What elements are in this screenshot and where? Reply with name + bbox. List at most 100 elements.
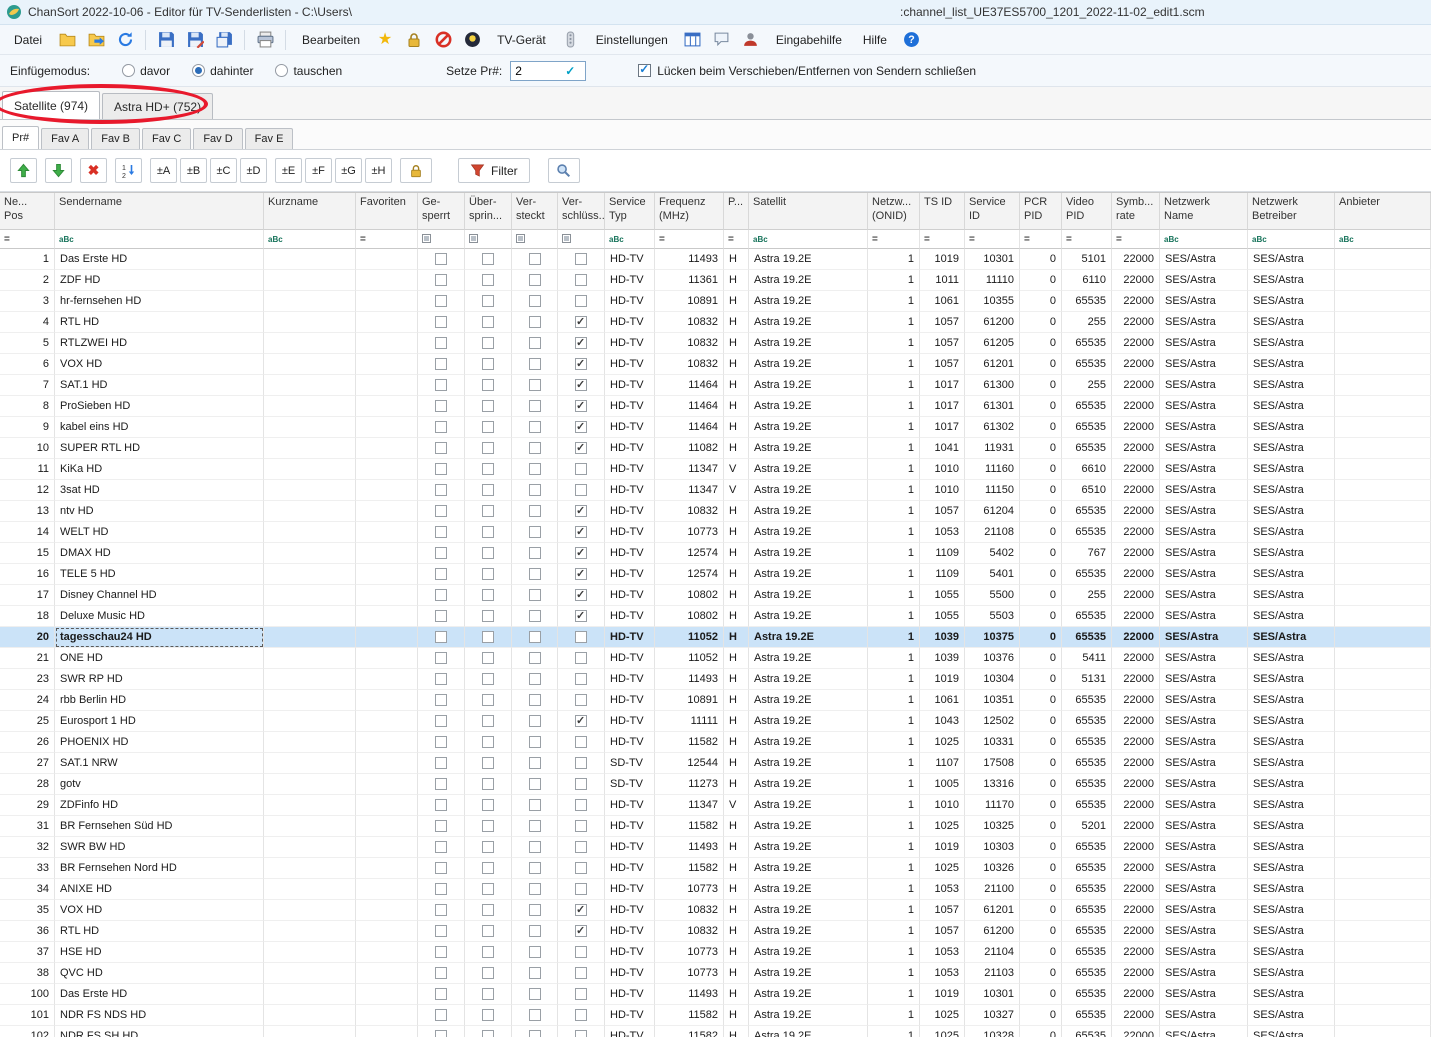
cell-ueberspringen[interactable] xyxy=(465,480,512,501)
cell-versteckt[interactable] xyxy=(512,627,558,648)
gesperrt-checkbox[interactable] xyxy=(435,904,447,917)
verschluesselt-checkbox[interactable] xyxy=(575,295,587,308)
print-button[interactable] xyxy=(253,28,277,52)
cell-verschluesselt[interactable] xyxy=(558,270,605,291)
verschluesselt-checkbox[interactable] xyxy=(575,315,587,329)
cell-gesperrt[interactable] xyxy=(418,291,465,312)
cell-verschluesselt[interactable] xyxy=(558,879,605,900)
gesperrt-checkbox[interactable] xyxy=(435,757,447,770)
column-header-frequenz[interactable]: Frequenz (MHz) xyxy=(655,193,724,230)
skip-button[interactable] xyxy=(431,28,455,52)
column-header-gesperrt[interactable]: Ge-sperrt xyxy=(418,193,465,230)
verschluesselt-checkbox[interactable] xyxy=(575,820,587,833)
cell-ueberspringen[interactable] xyxy=(465,417,512,438)
ueberspringen-checkbox[interactable] xyxy=(482,925,494,938)
columns-view-button[interactable] xyxy=(681,28,705,52)
filter-cell-verschluesselt[interactable] xyxy=(558,230,605,249)
ueberspringen-checkbox[interactable] xyxy=(482,547,494,560)
cell-verschluesselt[interactable] xyxy=(558,669,605,690)
verschluesselt-checkbox[interactable] xyxy=(575,567,587,581)
cell-ueberspringen[interactable] xyxy=(465,627,512,648)
table-row[interactable]: 35VOX HD HD-TV10832HAstra 19.2E1105761201… xyxy=(0,900,1431,921)
cell-versteckt[interactable] xyxy=(512,543,558,564)
gesperrt-checkbox[interactable] xyxy=(435,442,447,455)
tab-fav-e[interactable]: Fav E xyxy=(244,128,294,149)
ueberspringen-checkbox[interactable] xyxy=(482,442,494,455)
ueberspringen-checkbox[interactable] xyxy=(482,736,494,749)
filter-cell-gesperrt[interactable] xyxy=(418,230,465,249)
verschluesselt-checkbox[interactable] xyxy=(575,946,587,959)
cell-verschluesselt[interactable] xyxy=(558,816,605,837)
table-row[interactable]: 38 QVC HD HD-TV 10773 H Astra 19.2E 1 1053 21103… xyxy=(0,963,1431,984)
ueberspringen-checkbox[interactable] xyxy=(482,673,494,686)
versteckt-checkbox[interactable] xyxy=(528,610,541,623)
table-row[interactable]: 32 SWR BW HD HD-TV 11493 H Astra 19.2E 1 1019 10… xyxy=(0,837,1431,858)
ueberspringen-checkbox[interactable] xyxy=(482,820,494,833)
tv-geraet-menu-button[interactable]: TV-Gerät xyxy=(489,30,554,50)
versteckt-checkbox[interactable] xyxy=(528,757,541,770)
cell-verschluesselt[interactable] xyxy=(558,627,605,648)
column-header-satellit[interactable]: Satellit xyxy=(749,193,868,230)
cell-gesperrt[interactable] xyxy=(418,984,465,1005)
cell-ueberspringen[interactable] xyxy=(465,900,512,921)
ueberspringen-checkbox[interactable] xyxy=(482,274,494,287)
renumber-button[interactable]: 12 xyxy=(115,158,142,183)
versteckt-checkbox[interactable] xyxy=(528,715,541,728)
versteckt-checkbox[interactable] xyxy=(528,883,541,896)
cell-verschluesselt[interactable] xyxy=(558,249,605,270)
cell-gesperrt[interactable] xyxy=(418,900,465,921)
feedback-button[interactable] xyxy=(710,28,734,52)
toggle-fav-c-button[interactable]: ±C xyxy=(210,158,237,183)
cell-ueberspringen[interactable] xyxy=(465,858,512,879)
versteckt-checkbox[interactable] xyxy=(528,358,541,371)
filter-cell-netzwerkbetreiber[interactable]: aBc xyxy=(1248,230,1335,249)
toggle-fav-h-button[interactable]: ±H xyxy=(365,158,392,183)
cell-ueberspringen[interactable] xyxy=(465,921,512,942)
table-row[interactable]: 21 ONE HD HD-TV 11052 H Astra 19.2E 1 1039 10376… xyxy=(0,648,1431,669)
cell-versteckt[interactable] xyxy=(512,837,558,858)
ueberspringen-checkbox[interactable] xyxy=(482,337,494,350)
cell-versteckt[interactable] xyxy=(512,963,558,984)
cell-versteckt[interactable] xyxy=(512,312,558,333)
cell-ueberspringen[interactable] xyxy=(465,438,512,459)
cell-versteckt[interactable] xyxy=(512,270,558,291)
gesperrt-checkbox[interactable] xyxy=(435,820,447,833)
verschluesselt-checkbox[interactable] xyxy=(575,757,587,770)
gesperrt-checkbox[interactable] xyxy=(435,715,447,728)
versteckt-checkbox[interactable] xyxy=(528,274,541,287)
gesperrt-checkbox[interactable] xyxy=(435,673,447,686)
cell-gesperrt[interactable] xyxy=(418,522,465,543)
table-row[interactable]: 13ntv HD HD-TV10832HAstra 19.2E1105761204… xyxy=(0,501,1431,522)
ueberspringen-checkbox[interactable] xyxy=(482,589,494,602)
cell-ueberspringen[interactable] xyxy=(465,543,512,564)
table-row[interactable]: 101 NDR FS NDS HD HD-TV 11582 H Astra 19.2E 1 1… xyxy=(0,1005,1431,1026)
cell-gesperrt[interactable] xyxy=(418,627,465,648)
gesperrt-checkbox[interactable] xyxy=(435,253,447,266)
cell-gesperrt[interactable] xyxy=(418,480,465,501)
table-row[interactable]: 34 ANIXE HD HD-TV 10773 H Astra 19.2E 1 1053 211… xyxy=(0,879,1431,900)
cell-verschluesselt[interactable] xyxy=(558,396,605,417)
search-button[interactable] xyxy=(547,158,580,183)
versteckt-checkbox[interactable] xyxy=(528,673,541,686)
cell-verschluesselt[interactable] xyxy=(558,921,605,942)
cell-versteckt[interactable] xyxy=(512,354,558,375)
versteckt-checkbox[interactable] xyxy=(528,736,541,749)
verschluesselt-checkbox[interactable] xyxy=(575,357,587,371)
cell-ueberspringen[interactable] xyxy=(465,1026,512,1037)
verschluesselt-checkbox[interactable] xyxy=(575,673,587,686)
filter-cell-favoriten[interactable]: = xyxy=(356,230,418,249)
reload-button[interactable] xyxy=(113,28,137,52)
cell-versteckt[interactable] xyxy=(512,711,558,732)
cell-ueberspringen[interactable] xyxy=(465,396,512,417)
filter-cell-symbolrate[interactable]: = xyxy=(1112,230,1160,249)
cell-gesperrt[interactable] xyxy=(418,375,465,396)
cell-versteckt[interactable] xyxy=(512,438,558,459)
cell-versteckt[interactable] xyxy=(512,1026,558,1037)
move-up-button[interactable] xyxy=(10,158,37,183)
versteckt-checkbox[interactable] xyxy=(528,316,541,329)
help-button[interactable]: ? xyxy=(900,28,924,52)
cell-verschluesselt[interactable] xyxy=(558,564,605,585)
cell-verschluesselt[interactable] xyxy=(558,732,605,753)
gesperrt-checkbox[interactable] xyxy=(435,883,447,896)
filter-cell-kurzname[interactable]: aBc xyxy=(264,230,356,249)
